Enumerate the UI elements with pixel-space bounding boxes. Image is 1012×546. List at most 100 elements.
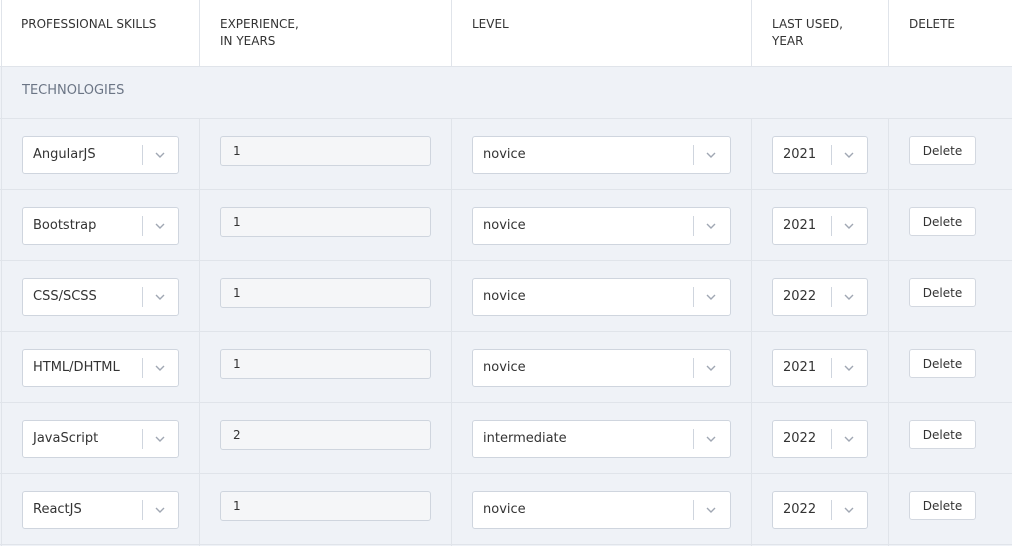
experience-input[interactable] (220, 491, 431, 521)
delete-button[interactable]: Delete (909, 349, 976, 378)
select-separator (831, 429, 832, 449)
skill-select-value: CSS/SCSS (33, 289, 97, 304)
chevron-down-icon[interactable] (706, 221, 716, 231)
experience-input[interactable] (220, 349, 431, 379)
select-separator (831, 500, 832, 520)
level-select-value: novice (483, 360, 526, 375)
table-row: ReactJS novice 2022 Delete (0, 474, 1012, 545)
level-select-value: novice (483, 502, 526, 517)
year-select[interactable]: 2022 (772, 278, 868, 316)
column-divider (751, 0, 752, 67)
year-select-value: 2021 (783, 218, 817, 233)
select-separator (693, 287, 694, 307)
select-separator (693, 500, 694, 520)
experience-input[interactable] (220, 278, 431, 308)
select-separator (142, 358, 143, 378)
chevron-down-icon[interactable] (706, 363, 716, 373)
year-select[interactable]: 2022 (772, 420, 868, 458)
skill-select[interactable]: ReactJS (22, 491, 179, 529)
experience-input[interactable] (220, 420, 431, 450)
chevron-down-icon[interactable] (844, 434, 854, 444)
year-select-value: 2022 (783, 502, 817, 517)
chevron-down-icon[interactable] (155, 363, 165, 373)
skills-table: PROFESSIONAL SKILLS EXPERIENCE, IN YEARS… (0, 0, 1012, 546)
delete-button[interactable]: Delete (909, 136, 976, 165)
select-separator (142, 287, 143, 307)
skill-select-value: Bootstrap (33, 218, 97, 233)
header-delete: DELETE (909, 17, 956, 31)
skill-select[interactable]: JavaScript (22, 420, 179, 458)
header-last-used: LAST USED, YEAR (772, 17, 843, 48)
chevron-down-icon[interactable] (706, 150, 716, 160)
delete-button[interactable]: Delete (909, 420, 976, 449)
skill-select[interactable]: Bootstrap (22, 207, 179, 245)
header-experience: EXPERIENCE, IN YEARS (220, 17, 299, 48)
select-separator (693, 145, 694, 165)
chevron-down-icon[interactable] (155, 221, 165, 231)
chevron-down-icon[interactable] (155, 292, 165, 302)
chevron-down-icon[interactable] (155, 505, 165, 515)
delete-button[interactable]: Delete (909, 491, 976, 520)
delete-button[interactable]: Delete (909, 278, 976, 307)
year-select[interactable]: 2022 (772, 491, 868, 529)
year-select[interactable]: 2021 (772, 136, 868, 174)
chevron-down-icon[interactable] (155, 434, 165, 444)
chevron-down-icon[interactable] (844, 221, 854, 231)
chevron-down-icon[interactable] (706, 505, 716, 515)
skill-select-value: HTML/DHTML (33, 360, 120, 375)
column-divider (451, 0, 452, 67)
skill-select-value: ReactJS (33, 502, 82, 517)
table-header: PROFESSIONAL SKILLS EXPERIENCE, IN YEARS… (0, 0, 1012, 67)
select-separator (142, 145, 143, 165)
table-row: CSS/SCSS novice 2022 Delete (0, 261, 1012, 332)
chevron-down-icon[interactable] (706, 434, 716, 444)
header-professional-skills: PROFESSIONAL SKILLS (21, 17, 157, 31)
select-separator (142, 429, 143, 449)
experience-input[interactable] (220, 207, 431, 237)
select-separator (142, 216, 143, 236)
select-separator (831, 216, 832, 236)
chevron-down-icon[interactable] (844, 292, 854, 302)
level-select[interactable]: novice (472, 349, 731, 387)
select-separator (831, 287, 832, 307)
column-divider (199, 0, 200, 67)
experience-input[interactable] (220, 136, 431, 166)
level-select[interactable]: novice (472, 491, 731, 529)
column-divider (888, 0, 889, 67)
select-separator (693, 216, 694, 236)
group-label: TECHNOLOGIES (22, 83, 125, 98)
year-select[interactable]: 2021 (772, 207, 868, 245)
skill-select-value: JavaScript (33, 431, 99, 446)
skill-select[interactable]: CSS/SCSS (22, 278, 179, 316)
year-select[interactable]: 2021 (772, 349, 868, 387)
level-select[interactable]: novice (472, 136, 731, 174)
chevron-down-icon[interactable] (844, 363, 854, 373)
header-level: LEVEL (472, 17, 509, 31)
table-row: JavaScript intermediate 2022 Delete (0, 403, 1012, 474)
chevron-down-icon[interactable] (844, 505, 854, 515)
year-select-value: 2022 (783, 431, 817, 446)
table-row: HTML/DHTML novice 2021 Delete (0, 332, 1012, 403)
select-separator (142, 500, 143, 520)
column-divider (751, 119, 752, 546)
level-select[interactable]: novice (472, 207, 731, 245)
chevron-down-icon[interactable] (155, 150, 165, 160)
level-select-value: intermediate (483, 431, 567, 446)
select-separator (831, 358, 832, 378)
year-select-value: 2022 (783, 289, 817, 304)
select-separator (831, 145, 832, 165)
table-row: AngularJS novice 2021 Delete (0, 119, 1012, 190)
chevron-down-icon[interactable] (844, 150, 854, 160)
column-divider (1, 0, 2, 546)
delete-button[interactable]: Delete (909, 207, 976, 236)
year-select-value: 2021 (783, 147, 817, 162)
year-select-value: 2021 (783, 360, 817, 375)
skill-select[interactable]: HTML/DHTML (22, 349, 179, 387)
select-separator (693, 358, 694, 378)
group-row-technologies: TECHNOLOGIES (0, 67, 1012, 119)
chevron-down-icon[interactable] (706, 292, 716, 302)
level-select[interactable]: novice (472, 278, 731, 316)
skill-select[interactable]: AngularJS (22, 136, 179, 174)
level-select[interactable]: intermediate (472, 420, 731, 458)
level-select-value: novice (483, 218, 526, 233)
